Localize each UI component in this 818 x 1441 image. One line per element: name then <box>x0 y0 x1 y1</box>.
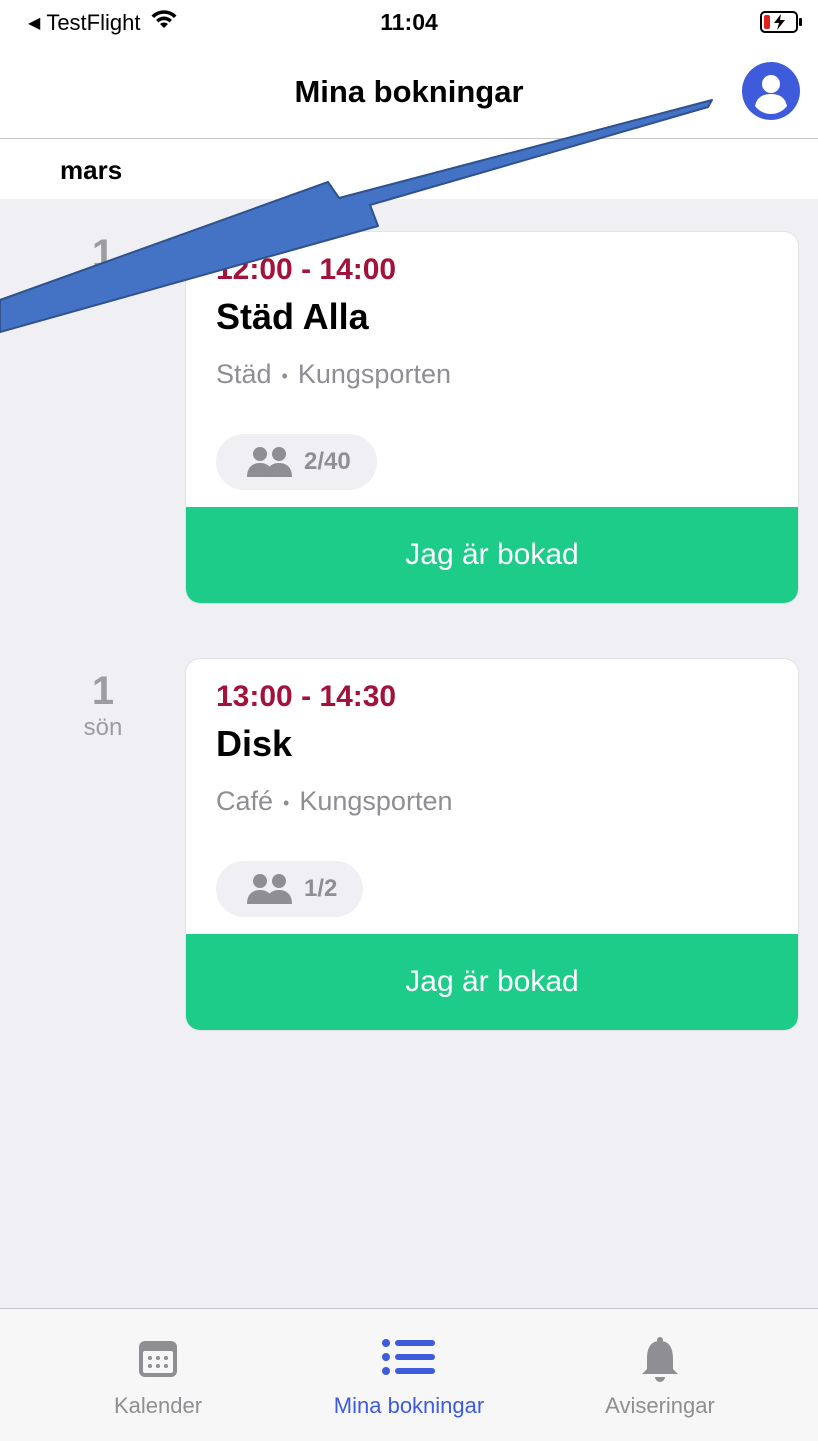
tab-label: Mina bokningar <box>333 1393 485 1418</box>
people-icon <box>247 874 292 904</box>
booking-meta: Café • Kungsporten <box>216 781 768 823</box>
tab-kalender[interactable]: Kalender <box>22 1309 294 1441</box>
booking-date: 1 sön <box>60 232 146 306</box>
day-number: 1 <box>91 669 115 713</box>
day-weekday: sön <box>83 277 123 304</box>
meta-separator: • <box>283 792 290 813</box>
month-section-header: mars <box>0 139 818 199</box>
capacity-count: 1/2 <box>304 875 338 902</box>
status-bar: ◀ TestFlight 11:04 <box>0 0 818 46</box>
booking-title: Städ Alla <box>216 296 369 337</box>
calendar-icon <box>137 1337 179 1384</box>
month-label: mars <box>60 155 123 185</box>
booking-location: Kungsporten <box>299 786 453 816</box>
booking-location: Kungsporten <box>297 359 451 389</box>
tab-bar: Kalender Mina bokningar Aviseringar <box>0 1308 818 1441</box>
day-number: 1 <box>91 232 115 276</box>
booking-time: 12:00 - 14:00 <box>216 253 397 286</box>
capacity-count: 2/40 <box>304 448 351 475</box>
tab-label: Aviseringar <box>605 1393 715 1418</box>
bell-icon <box>640 1337 680 1388</box>
booking-category: Städ <box>216 359 272 389</box>
status-time: 11:04 <box>380 9 438 35</box>
navigation-header: Mina bokningar <box>0 46 818 139</box>
capacity-badge: 2/40 <box>216 434 377 490</box>
meta-separator: • <box>281 365 288 386</box>
day-weekday: sön <box>83 714 123 741</box>
person-circle-icon <box>755 75 787 114</box>
profile-button[interactable] <box>742 62 800 120</box>
booking-time: 13:00 - 14:30 <box>216 680 397 713</box>
booking-category: Café <box>216 786 274 816</box>
booking-card[interactable]: 13:00 - 14:30 Disk Café • Kungsporten 1/2 … <box>186 659 798 1030</box>
booking-title: Disk <box>216 723 293 764</box>
list-icon <box>381 1337 437 1382</box>
battery-charging-icon <box>760 10 804 39</box>
booking-card-body: 13:00 - 14:30 Disk Café • Kungsporten 1/2 <box>186 659 798 934</box>
booking-date: 1 sön <box>60 669 146 743</box>
tab-mina-bokningar[interactable]: Mina bokningar <box>273 1309 545 1441</box>
booking-card[interactable]: 12:00 - 14:00 Städ Alla Städ • Kungsporten… <box>186 232 798 603</box>
tab-label: Kalender <box>113 1393 203 1418</box>
booking-meta: Städ • Kungsporten <box>216 354 768 396</box>
booking-card-body: 12:00 - 14:00 Städ Alla Städ • Kungsporten… <box>186 232 798 507</box>
people-icon <box>247 447 292 477</box>
booked-status-button[interactable]: Jag är bokad <box>186 507 798 603</box>
capacity-badge: 1/2 <box>216 861 364 917</box>
tab-aviseringar[interactable]: Aviseringar <box>524 1309 796 1441</box>
page-title: Mina bokningar <box>294 74 524 109</box>
booked-status-button[interactable]: Jag är bokad <box>186 934 798 1030</box>
